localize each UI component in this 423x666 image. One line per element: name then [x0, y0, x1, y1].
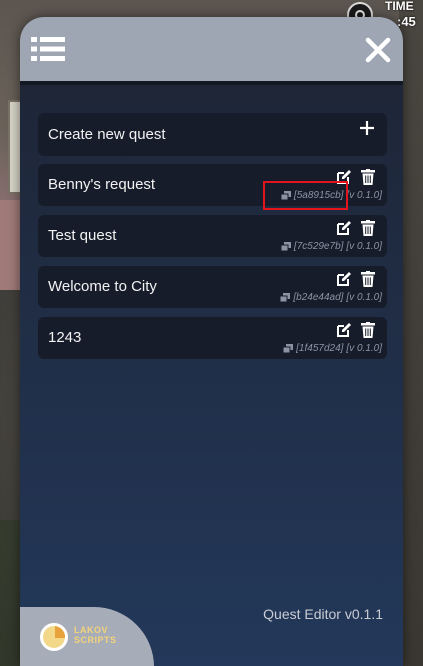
- panel-header: [20, 17, 403, 81]
- quest-id: [7c529e7b]: [293, 241, 344, 252]
- copy-icon[interactable]: [280, 242, 291, 251]
- header-shadow: [20, 81, 403, 85]
- quest-id: [1f457d24]: [296, 343, 344, 354]
- copy-icon[interactable]: [280, 293, 291, 302]
- quest-list: Create new quest Benny's request [5a8915…: [38, 113, 387, 368]
- logo-text-line1: LAKOV: [74, 625, 108, 635]
- trash-icon[interactable]: [361, 220, 375, 236]
- quest-row[interactable]: Test quest [7c529e7b] [v 0.1.0]: [38, 215, 387, 257]
- quest-meta: [1f457d24] [v 0.1.0]: [283, 343, 382, 354]
- edit-icon[interactable]: [336, 322, 352, 338]
- logo-badge: LAKOV SCRIPTS: [20, 607, 154, 666]
- quest-id: [b24e44ad]: [293, 292, 344, 303]
- quest-version: [v 0.1.0]: [346, 190, 382, 201]
- trash-icon[interactable]: [361, 169, 375, 185]
- copy-icon[interactable]: [283, 344, 294, 353]
- quest-meta: [b24e44ad] [v 0.1.0]: [280, 292, 382, 303]
- logo-text: LAKOV SCRIPTS: [74, 625, 117, 645]
- logo-text-line2: SCRIPTS: [74, 635, 117, 645]
- quest-title: Benny's request: [48, 176, 156, 193]
- list-menu-icon[interactable]: [31, 37, 65, 61]
- quest-version: [v 0.1.0]: [346, 292, 382, 303]
- create-quest-label: Create new quest: [48, 126, 166, 143]
- trash-icon[interactable]: [361, 271, 375, 287]
- quest-row[interactable]: Welcome to City [b24e44ad] [v 0.1.0]: [38, 266, 387, 308]
- quest-meta: [7c529e7b] [v 0.1.0]: [280, 241, 382, 252]
- close-icon[interactable]: [365, 37, 391, 63]
- trash-icon[interactable]: [361, 322, 375, 338]
- quest-version: [v 0.1.0]: [346, 343, 382, 354]
- quest-row[interactable]: 1243 [1f457d24] [v 0.1.0]: [38, 317, 387, 359]
- quest-title: Test quest: [48, 227, 117, 244]
- edit-icon[interactable]: [336, 271, 352, 287]
- quest-version: [v 0.1.0]: [346, 241, 382, 252]
- edit-icon[interactable]: [336, 220, 352, 236]
- create-quest-button[interactable]: Create new quest: [38, 113, 387, 156]
- highlight-box: [263, 181, 348, 210]
- quest-title: 1243: [48, 329, 82, 346]
- plus-icon[interactable]: [358, 119, 376, 137]
- footer-version: Quest Editor v0.1.1: [263, 606, 383, 622]
- quest-title: Welcome to City: [48, 278, 157, 295]
- hud-time-label: TIME: [385, 0, 414, 13]
- quest-editor-panel: Create new quest Benny's request [5a8915…: [20, 17, 403, 666]
- logo-icon: [40, 623, 68, 651]
